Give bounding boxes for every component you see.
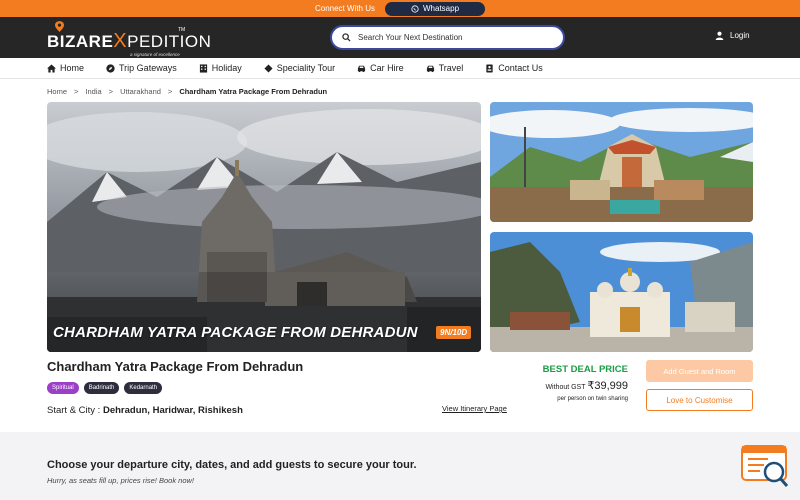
nav-item-trip-gateways[interactable]: Trip Gateways (106, 63, 177, 73)
without-gst-label: Without GST (545, 384, 586, 391)
duration-badge: 9N/10D (436, 326, 472, 339)
per-person-note: per person on twin sharing (557, 396, 628, 402)
breadcrumb-india[interactable]: India (85, 87, 101, 96)
pricing-block: BEST DEAL PRICE Without GST ₹39,999 per … (543, 364, 628, 402)
breadcrumb-uttarakhand[interactable]: Uttarakhand (120, 87, 161, 96)
search-input[interactable] (358, 33, 548, 42)
whatsapp-label: Whatsapp (423, 4, 460, 13)
package-title: Chardham Yatra Package From Dehradun (47, 359, 304, 374)
search-icon (342, 33, 351, 42)
car-icon (426, 65, 434, 72)
logo-tagline: a signature of excellence (130, 52, 180, 57)
logo[interactable]: BIZAREXPEDITION TM a signature of excell… (47, 21, 211, 57)
tag-kedarnath[interactable]: Kedarnath (124, 382, 163, 394)
nav-item-car-hire[interactable]: Car Hire (357, 63, 404, 73)
search-bar[interactable] (330, 25, 565, 50)
booking-title: Choose your departure city, dates, and a… (47, 459, 417, 471)
logo-tm: TM (178, 27, 186, 33)
best-deal-label: BEST DEAL PRICE (542, 364, 628, 375)
view-itinerary-link[interactable]: View Itinerary Page (442, 404, 507, 413)
start-city-label: Start & City : (47, 405, 101, 416)
car-icon (357, 65, 366, 72)
login-label: Login (730, 31, 750, 40)
breadcrumb-separator: > (108, 87, 114, 96)
start-city-value: Dehradun, Haridwar, Rishikesh (102, 405, 243, 416)
hero-image[interactable] (47, 102, 481, 352)
compass-icon (106, 63, 115, 73)
contact-icon (486, 63, 493, 73)
gallery-image-gangotri[interactable] (490, 232, 753, 352)
booking-subtitle: Hurry, as seats fill up, prices rise! Bo… (47, 476, 194, 485)
user-icon (715, 31, 724, 40)
connect-text: Connect With Us (314, 4, 375, 13)
nav-item-contact-us[interactable]: Contact Us (485, 63, 543, 73)
hotel-icon (199, 63, 207, 73)
price-row: Without GST ₹39,999 (543, 379, 628, 392)
home-icon (47, 63, 56, 73)
nav-item-travel[interactable]: Travel (426, 63, 463, 73)
add-guest-room-button[interactable]: Add Guest and Room (646, 360, 753, 382)
price-value: ₹39,999 (587, 380, 628, 392)
breadcrumb: Home > India > Uttarakhand > Chardham Ya… (47, 87, 327, 96)
hero-overlay-title: CHARDHAM YATRA PACKAGE FROM DEHRADUN (53, 324, 418, 341)
enquiry-chat-icon[interactable] (740, 444, 792, 490)
nav-item-home[interactable]: Home (47, 63, 84, 73)
package-tags: Spiritual Badrinath Kedarnath (47, 382, 163, 394)
main-nav: Home Trip Gateways Holiday Speciality To… (0, 58, 800, 79)
love-to-customise-button[interactable]: Love to Customise (646, 389, 753, 411)
gallery-image-badrinath[interactable] (490, 102, 753, 222)
top-bar: Connect With Us Whatsapp (0, 0, 800, 17)
breadcrumb-home[interactable]: Home (47, 87, 67, 96)
tag-spiritual[interactable]: Spiritual (47, 382, 79, 394)
header: BIZAREXPEDITION TM a signature of excell… (0, 17, 800, 58)
whatsapp-button[interactable]: Whatsapp (385, 1, 486, 16)
whatsapp-icon (411, 4, 419, 13)
nav-item-holiday[interactable]: Holiday (199, 63, 242, 73)
start-city: Start & City : Dehradun, Haridwar, Rishi… (47, 405, 243, 416)
diamond-icon (264, 63, 273, 73)
nav-item-speciality-tour[interactable]: Speciality Tour (264, 63, 335, 73)
booking-section: Choose your departure city, dates, and a… (0, 432, 800, 500)
tag-badrinath[interactable]: Badrinath (83, 382, 120, 394)
breadcrumb-separator: > (167, 87, 173, 96)
login-button[interactable]: Login (715, 31, 750, 40)
breadcrumb-current: Chardham Yatra Package From Dehradun (179, 87, 328, 96)
breadcrumb-separator: > (74, 87, 79, 96)
